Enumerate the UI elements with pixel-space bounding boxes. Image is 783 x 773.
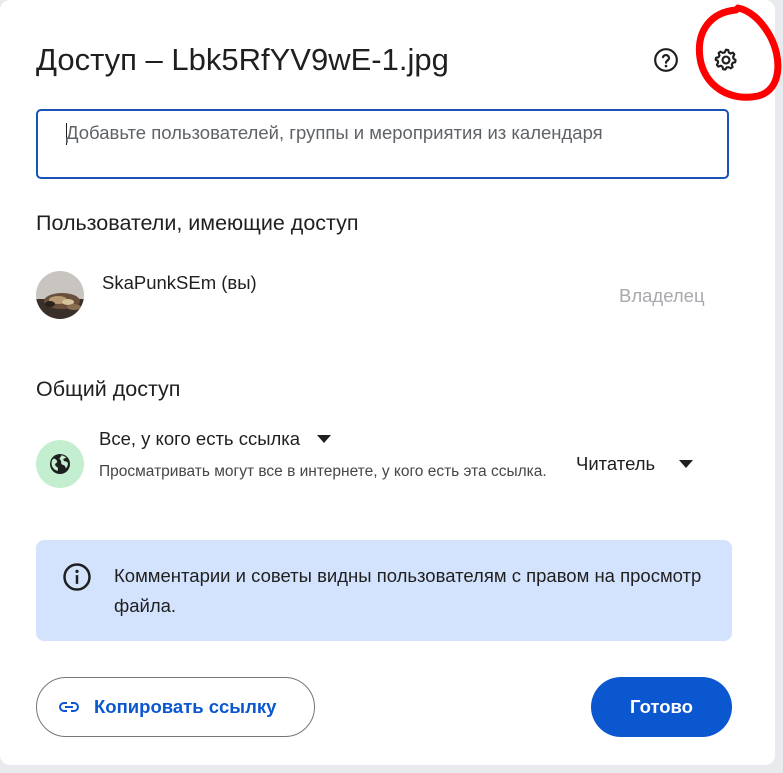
gear-icon [714,48,737,71]
avatar [36,271,84,319]
info-banner: Комментарии и советы видны пользователям… [36,540,732,641]
general-access-dropdown[interactable]: Все, у кого есть ссылка [99,427,332,451]
settings-button[interactable] [706,40,746,80]
globe-badge [36,440,84,488]
help-circle-icon [654,48,678,72]
add-people-field[interactable] [36,109,729,179]
help-button[interactable] [646,40,686,80]
dropdown-arrow-icon [679,460,694,468]
copy-link-button[interactable]: Копировать ссылку [36,677,315,737]
role-dropdown[interactable]: Читатель [576,452,694,476]
globe-icon [50,454,70,474]
avatar-image [36,271,84,319]
people-with-access-heading: Пользователи, имеющие доступ [36,211,359,235]
link-icon [59,702,79,712]
info-text: Комментарии и советы видны пользователям… [114,565,702,616]
dropdown-arrow-icon [317,435,332,443]
general-access-scope: Все, у кого есть ссылка [99,428,301,449]
general-access-heading: Общий доступ [36,377,181,401]
done-button[interactable]: Готово [591,677,732,737]
user-name: SkaPunkSEm (вы) [102,272,257,293]
user-role: Владелец [619,285,705,306]
general-access-description: Просматривать могут все в интернете, у к… [99,463,547,480]
add-people-input[interactable] [66,119,716,173]
role-value: Читатель [576,453,656,474]
info-icon [63,563,91,591]
share-dialog: Доступ – Lbk5RfYV9wE-1.jpg Пользователи,… [0,0,775,765]
dialog-title: Доступ – Lbk5RfYV9wE-1.jpg [36,42,449,77]
copy-link-label: Копировать ссылку [94,696,277,717]
